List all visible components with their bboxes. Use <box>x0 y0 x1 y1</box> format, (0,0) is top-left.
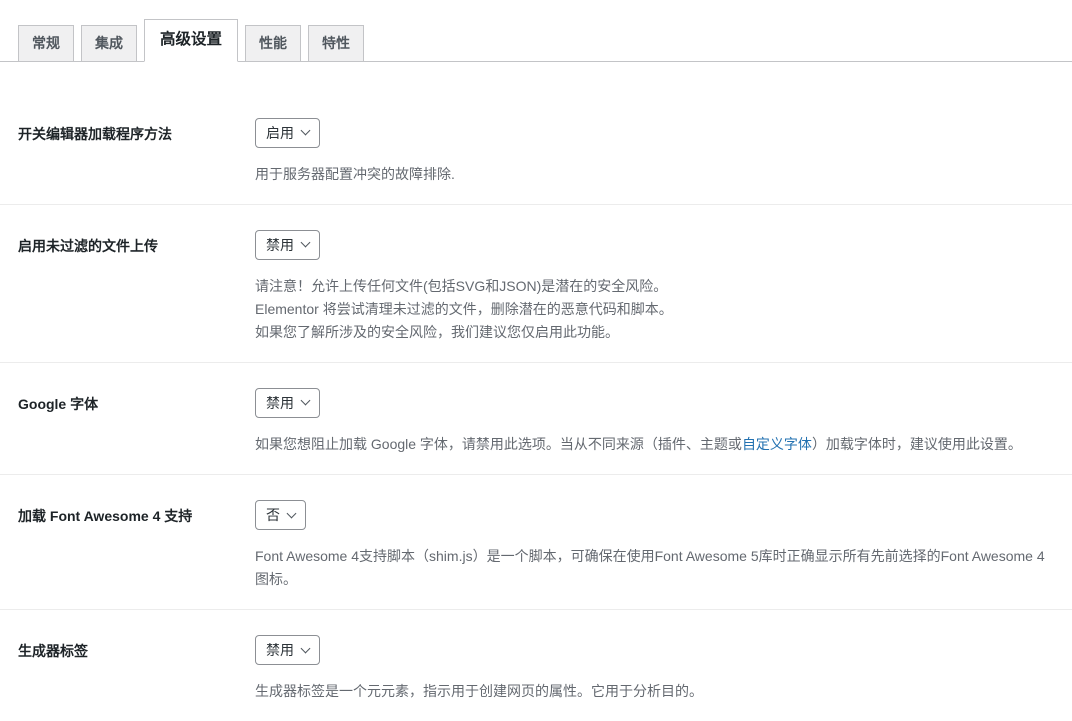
description-line: 请注意！允许上传任何文件(包括SVG和JSON)是潜在的安全风险。 <box>255 275 1052 298</box>
setting-description: Font Awesome 4支持脚本（shim.js）是一个脚本，可确保在使用F… <box>255 545 1052 591</box>
select-value: 禁用 <box>266 636 294 664</box>
settings-tab-bar: 常规 集成 高级设置 性能 特性 <box>0 0 1072 62</box>
select-unfiltered-uploads[interactable]: 禁用 <box>255 230 320 260</box>
setting-row-font-awesome-4-support: 加载 Font Awesome 4 支持 否 Font Awesome 4支持脚… <box>0 475 1072 610</box>
tab-integrations[interactable]: 集成 <box>81 25 137 61</box>
setting-label: Google 字体 <box>18 388 255 456</box>
setting-row-google-fonts: Google 字体 禁用 如果您想阻止加载 Google 字体，请禁用此选项。当… <box>0 363 1072 475</box>
tab-features[interactable]: 特性 <box>308 25 364 61</box>
setting-description: 请注意！允许上传任何文件(包括SVG和JSON)是潜在的安全风险。 Elemen… <box>255 275 1052 344</box>
custom-fonts-link[interactable]: 自定义字体 <box>742 436 812 452</box>
chevron-down-icon <box>301 126 311 136</box>
select-generator-tag[interactable]: 禁用 <box>255 635 320 665</box>
chevron-down-icon <box>287 508 297 518</box>
setting-row-generator-tag: 生成器标签 禁用 生成器标签是一个元元素，指示用于创建网页的属性。它用于分析目的… <box>0 610 1072 721</box>
description-line: Elementor 将尝试清理未过滤的文件，删除潜在的恶意代码和脚本。 <box>255 298 1052 321</box>
setting-content: 禁用 生成器标签是一个元元素，指示用于创建网页的属性。它用于分析目的。 <box>255 635 1052 703</box>
settings-list: 开关编辑器加载程序方法 启用 用于服务器配置冲突的故障排除. 启用未过滤的文件上… <box>0 62 1072 721</box>
setting-label: 启用未过滤的文件上传 <box>18 230 255 344</box>
description-line: 生成器标签是一个元元素，指示用于创建网页的属性。它用于分析目的。 <box>255 680 1052 703</box>
setting-content: 禁用 请注意！允许上传任何文件(包括SVG和JSON)是潜在的安全风险。 Ele… <box>255 230 1052 344</box>
setting-content: 启用 用于服务器配置冲突的故障排除. <box>255 118 1052 186</box>
select-google-fonts[interactable]: 禁用 <box>255 388 320 418</box>
select-value: 禁用 <box>266 389 294 417</box>
tab-advanced-settings[interactable]: 高级设置 <box>144 19 238 62</box>
chevron-down-icon <box>301 238 311 248</box>
description-line: 用于服务器配置冲突的故障排除. <box>255 163 1052 186</box>
setting-row-unfiltered-uploads: 启用未过滤的文件上传 禁用 请注意！允许上传任何文件(包括SVG和JSON)是潜… <box>0 205 1072 363</box>
setting-description: 如果您想阻止加载 Google 字体，请禁用此选项。当从不同来源（插件、主题或自… <box>255 433 1052 456</box>
setting-label: 生成器标签 <box>18 635 255 703</box>
setting-content: 禁用 如果您想阻止加载 Google 字体，请禁用此选项。当从不同来源（插件、主… <box>255 388 1052 456</box>
select-value: 禁用 <box>266 231 294 259</box>
setting-label: 开关编辑器加载程序方法 <box>18 118 255 186</box>
setting-label: 加载 Font Awesome 4 支持 <box>18 500 255 591</box>
setting-content: 否 Font Awesome 4支持脚本（shim.js）是一个脚本，可确保在使… <box>255 500 1052 591</box>
description-text: 如果您想阻止加载 Google 字体，请禁用此选项。当从不同来源（插件、主题或 <box>255 436 742 452</box>
tab-general[interactable]: 常规 <box>18 25 74 61</box>
chevron-down-icon <box>301 643 311 653</box>
select-value: 否 <box>266 501 280 529</box>
description-line: Font Awesome 4支持脚本（shim.js）是一个脚本，可确保在使用F… <box>255 545 1052 591</box>
chevron-down-icon <box>301 396 311 406</box>
elementor-settings-page: 常规 集成 高级设置 性能 特性 开关编辑器加载程序方法 启用 用于服务器配置冲… <box>0 0 1072 721</box>
description-text: ）加载字体时，建议使用此设置。 <box>812 436 1022 452</box>
tab-performance[interactable]: 性能 <box>245 25 301 61</box>
select-value: 启用 <box>266 119 294 147</box>
select-editor-loader-method[interactable]: 启用 <box>255 118 320 148</box>
setting-row-editor-loader-method: 开关编辑器加载程序方法 启用 用于服务器配置冲突的故障排除. <box>0 62 1072 205</box>
setting-description: 生成器标签是一个元元素，指示用于创建网页的属性。它用于分析目的。 <box>255 680 1052 703</box>
description-line: 如果您想阻止加载 Google 字体，请禁用此选项。当从不同来源（插件、主题或自… <box>255 433 1052 456</box>
setting-description: 用于服务器配置冲突的故障排除. <box>255 163 1052 186</box>
description-line: 如果您了解所涉及的安全风险，我们建议您仅启用此功能。 <box>255 321 1052 344</box>
select-font-awesome-4-support[interactable]: 否 <box>255 500 306 530</box>
